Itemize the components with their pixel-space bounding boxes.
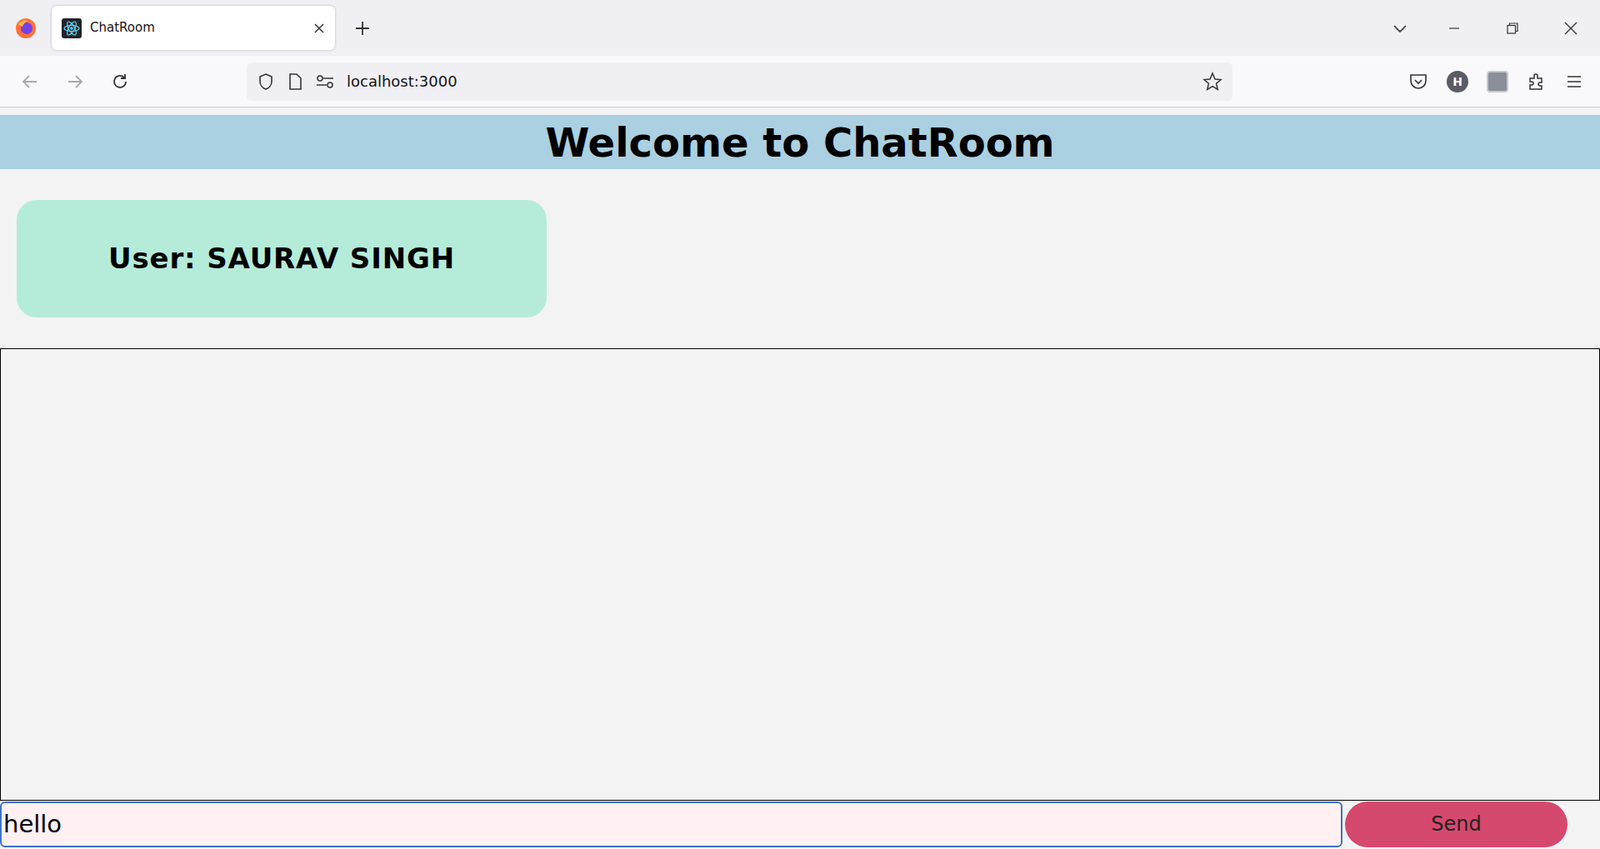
new-tab-button[interactable] xyxy=(335,20,390,37)
page-icon xyxy=(286,72,304,91)
close-icon xyxy=(1563,20,1579,36)
firefox-icon xyxy=(15,17,37,40)
hamburger-menu-icon[interactable] xyxy=(1565,72,1584,91)
restore-button[interactable] xyxy=(1483,21,1542,35)
firefox-menu[interactable] xyxy=(0,17,52,40)
bookmark-star-icon[interactable] xyxy=(1202,71,1223,92)
message-input[interactable] xyxy=(0,801,1343,848)
user-card: User: SAURAV SINGH xyxy=(16,200,547,318)
header-band: Welcome to ChatRoom xyxy=(0,115,1600,170)
extensions-puzzle-icon[interactable] xyxy=(1526,71,1547,92)
tab-list-button[interactable] xyxy=(1375,20,1425,37)
forward-button[interactable] xyxy=(56,63,94,100)
page-background: Welcome to ChatRoom User: SAURAV SINGH S… xyxy=(0,107,1600,849)
profile-initial: H xyxy=(1452,75,1463,88)
chevron-down-icon xyxy=(1391,20,1409,37)
navigation-bar: localhost:3000 H xyxy=(0,55,1600,108)
address-bar[interactable]: localhost:3000 xyxy=(246,62,1233,101)
user-label: User: SAURAV SINGH xyxy=(108,237,455,280)
back-arrow-icon xyxy=(20,72,40,91)
message-area xyxy=(0,348,1600,801)
tab-label: ChatRoom xyxy=(90,18,305,38)
url-text[interactable]: localhost:3000 xyxy=(346,70,458,93)
forward-arrow-icon xyxy=(65,72,85,91)
plus-icon xyxy=(354,20,371,37)
page-heading: Welcome to ChatRoom xyxy=(545,117,1055,168)
minimize-icon xyxy=(1447,21,1461,35)
restore-icon xyxy=(1505,21,1520,35)
composer: Send xyxy=(0,800,1600,849)
browser-tab[interactable]: ChatRoom xyxy=(51,5,335,50)
close-button[interactable] xyxy=(1541,20,1600,36)
shield-icon xyxy=(256,72,275,91)
reload-button[interactable] xyxy=(101,63,139,100)
react-logo-icon xyxy=(61,18,82,39)
profile-badge[interactable]: H xyxy=(1446,70,1469,93)
minimize-button[interactable] xyxy=(1425,21,1484,35)
tab-list: ChatRoom xyxy=(51,0,335,56)
tab-strip: ChatRoom xyxy=(0,0,1600,56)
back-button[interactable] xyxy=(11,63,49,100)
reload-icon xyxy=(110,72,130,91)
send-button[interactable]: Send xyxy=(1345,801,1568,848)
close-icon xyxy=(313,22,325,35)
pocket-icon[interactable] xyxy=(1408,71,1429,92)
account-avatar-icon[interactable] xyxy=(1486,70,1509,93)
tab-close-button[interactable] xyxy=(313,22,325,35)
permissions-icon xyxy=(315,72,335,91)
